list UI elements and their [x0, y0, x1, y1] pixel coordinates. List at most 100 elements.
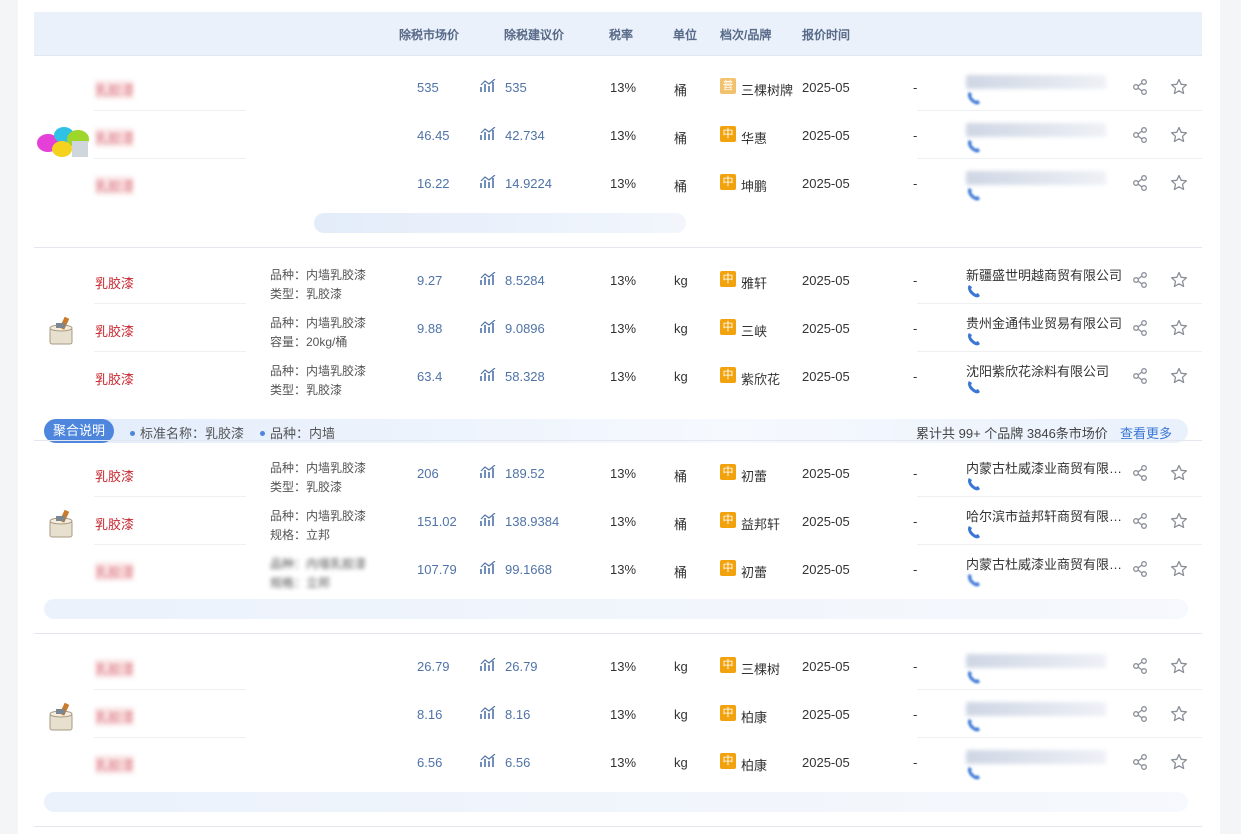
unit: kg: [674, 707, 688, 722]
table-row[interactable]: 乳胶漆 品种：内墙乳胶漆 类型：乳胶漆 206 189.52 13% 桶 中初蕾 2025-05…: [34, 449, 1202, 497]
product-name[interactable]: 乳胶漆: [95, 562, 135, 581]
share-icon[interactable]: [1132, 272, 1148, 288]
phone-icon[interactable]: [966, 477, 981, 492]
supplier-name[interactable]: [966, 654, 1106, 668]
table-row[interactable]: 乳胶漆 品种：内墙乳胶漆 类型：乳胶漆 63.4 58.328 13% kg 中紫欣花 2025…: [34, 352, 1202, 400]
phone-icon[interactable]: [966, 670, 981, 685]
trend-chart-icon[interactable]: [480, 560, 496, 575]
star-icon[interactable]: [1170, 512, 1188, 530]
table-row[interactable]: 乳胶漆 品种：内墙乳胶漆 容量：20kg/桶 9.88 9.0896 13% kg 中三峡 20…: [34, 304, 1202, 352]
share-icon[interactable]: [1132, 79, 1148, 95]
table-row[interactable]: 乳胶漆 26.79 26.79 13% kg 中三棵树 2025-05 -: [34, 642, 1202, 690]
phone-icon[interactable]: [966, 380, 981, 395]
star-icon[interactable]: [1170, 560, 1188, 578]
trend-chart-icon[interactable]: [480, 367, 496, 382]
product-name[interactable]: 乳胶漆: [95, 659, 135, 678]
table-row[interactable]: 乳胶漆 品种：内墙乳胶漆 类型：乳胶漆 9.27 8.5284 13% kg 中雅轩 2025-…: [34, 256, 1202, 304]
supplier-name[interactable]: [966, 750, 1106, 764]
supplier-name[interactable]: [966, 171, 1106, 185]
share-icon[interactable]: [1132, 127, 1148, 143]
star-icon[interactable]: [1170, 319, 1188, 337]
supplier-name[interactable]: 新疆盛世明越商贸有限公司: [966, 265, 1124, 284]
phone-icon[interactable]: [966, 187, 981, 202]
trend-chart-icon[interactable]: [480, 753, 496, 768]
trend-chart-icon[interactable]: [480, 512, 496, 527]
product-name[interactable]: 乳胶漆: [95, 321, 134, 340]
product-name[interactable]: 乳胶漆: [95, 466, 134, 485]
supplier-name[interactable]: [966, 75, 1106, 89]
share-icon[interactable]: [1132, 320, 1148, 336]
star-icon[interactable]: [1170, 705, 1188, 723]
phone-icon[interactable]: [966, 332, 981, 347]
star-icon[interactable]: [1170, 78, 1188, 96]
share-icon[interactable]: [1132, 368, 1148, 384]
share-icon[interactable]: [1132, 754, 1148, 770]
supplier-name[interactable]: 沈阳紫欣花涂料有限公司: [966, 361, 1124, 380]
product-name[interactable]: 乳胶漆: [95, 707, 135, 726]
product-group: 聚合说明 标准名称：乳胶漆 品种：内墙 累计共 99+ 个品牌 3846条市场价…: [34, 256, 1202, 443]
table-row[interactable]: 乳胶漆 6.56 6.56 13% kg 中柏康 2025-05 -: [34, 738, 1202, 786]
phone-icon[interactable]: [966, 91, 981, 106]
table-row[interactable]: 乳胶漆 535 535 13% 桶 普三棵树牌 2025-05 -: [34, 63, 1202, 111]
star-icon[interactable]: [1170, 657, 1188, 675]
trend-chart-icon[interactable]: [480, 464, 496, 479]
table-row[interactable]: 乳胶漆 16.22 14.9224 13% 桶 中坤鹏 2025-05 -: [34, 159, 1202, 207]
trend-chart-icon[interactable]: [480, 126, 496, 141]
table-row[interactable]: 乳胶漆 8.16 8.16 13% kg 中柏康 2025-05 -: [34, 690, 1202, 738]
quote-date: 2025-05: [802, 176, 850, 191]
trend-chart-icon[interactable]: [480, 174, 496, 189]
star-icon[interactable]: [1170, 464, 1188, 482]
share-icon[interactable]: [1132, 513, 1148, 529]
group-divider: [34, 247, 1202, 248]
supplier-name[interactable]: 贵州金通伟业贸易有限公司: [966, 313, 1124, 332]
trend-chart-icon[interactable]: [480, 78, 496, 93]
supplier-name[interactable]: 内蒙古杜威漆业商贸有限公司: [966, 458, 1124, 477]
trend-chart-icon[interactable]: [480, 657, 496, 672]
supplier-name[interactable]: 哈尔滨市益邦轩商贸有限公司: [966, 506, 1124, 525]
star-icon[interactable]: [1170, 126, 1188, 144]
share-icon[interactable]: [1132, 706, 1148, 722]
header-suggested-price[interactable]: 除税建议价: [504, 26, 564, 43]
supplier-name[interactable]: [966, 702, 1106, 716]
supplier-name[interactable]: 内蒙古杜威漆业商贸有限公司: [966, 554, 1124, 573]
table-row[interactable]: 乳胶漆 品种：内墙乳胶漆 规格：立邦 151.02 138.9384 13% 桶 中益邦轩 20…: [34, 497, 1202, 545]
share-icon[interactable]: [1132, 465, 1148, 481]
trend-chart-icon[interactable]: [480, 705, 496, 720]
phone-icon[interactable]: [966, 139, 981, 154]
star-icon[interactable]: [1170, 367, 1188, 385]
phone-icon[interactable]: [966, 718, 981, 733]
product-name[interactable]: 乳胶漆: [95, 80, 135, 99]
product-name[interactable]: 乳胶漆: [95, 755, 135, 774]
product-spec: 品种：内墙乳胶漆 规格：立邦: [270, 555, 366, 593]
header-quote-time[interactable]: 报价时间: [802, 26, 850, 43]
phone-icon[interactable]: [966, 284, 981, 299]
header-market-price[interactable]: 除税市场价: [399, 26, 459, 43]
share-icon[interactable]: [1132, 561, 1148, 577]
star-icon[interactable]: [1170, 174, 1188, 192]
product-name[interactable]: 乳胶漆: [95, 128, 135, 147]
suggested-price: 26.79: [505, 659, 538, 674]
star-icon[interactable]: [1170, 753, 1188, 771]
product-name[interactable]: 乳胶漆: [95, 176, 135, 195]
phone-icon[interactable]: [966, 573, 981, 588]
table-row[interactable]: 乳胶漆 46.45 42.734 13% 桶 中华惠 2025-05 -: [34, 111, 1202, 159]
brand-name: 华惠: [741, 131, 768, 146]
quote-date: 2025-05: [802, 466, 850, 481]
product-name[interactable]: 乳胶漆: [95, 369, 134, 388]
trend-chart-icon[interactable]: [480, 319, 496, 334]
product-spec: 品种：内墙乳胶漆 类型：乳胶漆: [270, 459, 366, 497]
table-row[interactable]: 乳胶漆 品种：内墙乳胶漆 规格：立邦 107.79 99.1668 13% 桶 中初蕾 2025…: [34, 545, 1202, 593]
grade-badge: 中: [720, 705, 736, 721]
share-icon[interactable]: [1132, 175, 1148, 191]
trend-chart-icon[interactable]: [480, 271, 496, 286]
grade-badge: 中: [720, 271, 736, 287]
share-icon[interactable]: [1132, 658, 1148, 674]
star-icon[interactable]: [1170, 271, 1188, 289]
supplier-name[interactable]: [966, 123, 1106, 137]
market-price: 9.27: [417, 273, 443, 288]
phone-icon[interactable]: [966, 766, 981, 781]
product-name[interactable]: 乳胶漆: [95, 273, 134, 292]
market-price: 26.79: [417, 659, 450, 674]
phone-icon[interactable]: [966, 525, 981, 540]
product-name[interactable]: 乳胶漆: [95, 514, 134, 533]
